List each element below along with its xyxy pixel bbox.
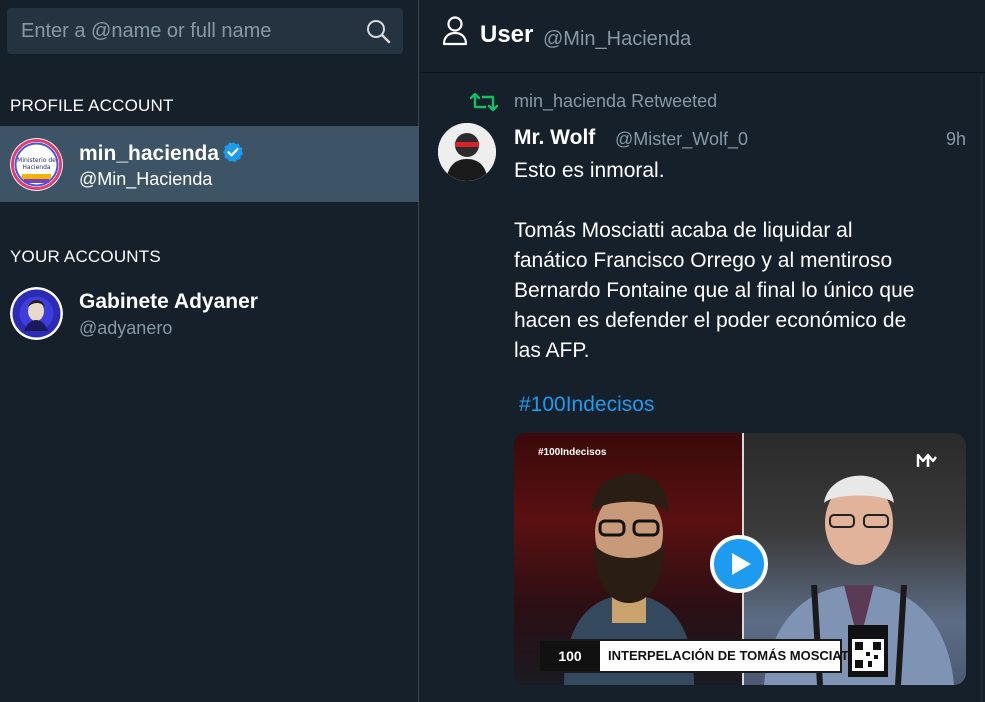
tweet-body: Esto es inmoral. Tomás Mosciatti acaba d… (514, 156, 969, 366)
min-hacienda-avatar: Ministerio de Hacienda (10, 138, 63, 191)
profile-account-row[interactable]: Ministerio de Hacienda min_hacienda @Min… (0, 126, 419, 202)
tweet-line: Tomás Mosciatti acaba de liquidar al (514, 219, 853, 242)
play-icon (732, 553, 751, 575)
video-lower-third: 100 INTERPELACIÓN DE TOMÁS MOSCIATTI (538, 639, 860, 673)
column-subtitle: @Min_Hacienda (543, 28, 692, 50)
author-handle[interactable]: @Mister_Wolf_0 (615, 129, 748, 150)
search-icon[interactable] (365, 18, 391, 44)
svg-text:Ministerio de: Ministerio de (17, 157, 56, 164)
play-button[interactable] (710, 535, 768, 593)
column-title: User (480, 21, 534, 48)
search-box (7, 8, 403, 54)
gabinete-avatar (10, 287, 63, 340)
tweet-line: Esto es inmoral. (514, 159, 665, 182)
gabinete-account-name: Gabinete Adyaner (79, 290, 258, 313)
author-name[interactable]: Mr. Wolf (514, 126, 595, 150)
tweet-line: Bernardo Fontaine que al final lo único … (514, 279, 915, 302)
column-header: User @Min_Hacienda (420, 0, 985, 73)
gabinete-account-handle: @adyanero (79, 318, 173, 338)
verified-badge-icon (223, 142, 244, 163)
hashtag-link[interactable]: #100Indecisos (519, 393, 654, 417)
your-accounts-heading: YOUR ACCOUNTS (10, 247, 161, 266)
qr-code (848, 625, 888, 677)
user-icon (442, 16, 468, 46)
author-avatar[interactable] (438, 123, 496, 181)
tweet-timestamp[interactable]: 9h (946, 129, 966, 150)
accounts-panel: PROFILE ACCOUNT Ministerio de Hacienda m… (0, 0, 419, 702)
banner-logo: 100 (540, 641, 600, 671)
tweet-line: fanático Francisco Orrego y al mentiroso (514, 249, 893, 272)
video-thumbnail[interactable]: #100Indecisos 100 INTERPELACIÓN DE TOMÁS (514, 433, 966, 685)
svg-text:Hacienda: Hacienda (22, 164, 50, 171)
banner-text: INTERPELACIÓN DE TOMÁS MOSCIATTI (608, 648, 861, 663)
profile-account-name: min_hacienda (79, 141, 244, 166)
retweet-icon (470, 92, 498, 112)
retweeted-by-text[interactable]: min_hacienda Retweeted (514, 91, 717, 112)
tweet-line: las AFP. (514, 339, 590, 362)
search-input[interactable] (7, 8, 357, 54)
column-scrollbar[interactable] (980, 74, 983, 702)
profile-account-heading: PROFILE ACCOUNT (10, 96, 174, 115)
tweet-line: hacen es defender el poder económico de (514, 309, 907, 332)
profile-account-handle: @Min_Hacienda (79, 169, 213, 189)
account-row-gabinete[interactable]: Gabinete Adyaner @adyanero (0, 275, 419, 351)
user-column: User @Min_Hacienda min_hacienda Retweete… (420, 0, 985, 702)
